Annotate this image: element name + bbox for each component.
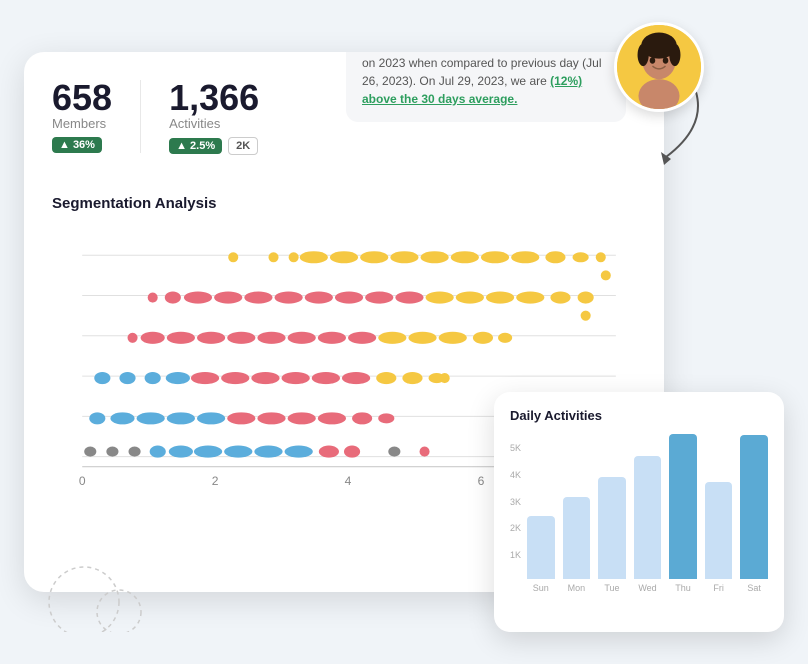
bar-group-wed: Wed xyxy=(634,456,662,593)
members-number: 658 xyxy=(52,80,112,116)
bar-label-mon: Mon xyxy=(568,583,586,593)
segmentation-title: Segmentation Analysis xyxy=(52,195,636,212)
bar-label-fri: Fri xyxy=(713,583,724,593)
members-badge: ▲ 36% xyxy=(52,137,102,153)
y-axis: 5K 4K 3K 2K 1K xyxy=(510,443,521,593)
y-label-3k: 3K xyxy=(510,497,521,507)
scene: 658 Members ▲ 36% 1,366 Activities ▲ 2.5… xyxy=(24,22,784,642)
bar-chart-area: 5K 4K 3K 2K 1K Sun Mon Tue Wed Thu Fri Sat xyxy=(510,433,768,593)
svg-text:2: 2 xyxy=(212,474,219,488)
bar-group-mon: Mon xyxy=(563,497,591,594)
avatar xyxy=(614,22,704,112)
highlight-average: (12%) above the 30 days average. xyxy=(362,74,582,106)
y-label-2k: 2K xyxy=(510,523,521,533)
activities-stat: 1,366 Activities ▲ 2.5% 2K xyxy=(169,80,287,155)
bar-label-tue: Tue xyxy=(604,583,619,593)
tracking-text: Daily number of activities increased 15%… xyxy=(362,52,610,108)
dashed-decoration xyxy=(44,552,164,632)
activities-badge2: 2K xyxy=(228,137,258,155)
bar-group-sat: Sat xyxy=(740,435,768,593)
daily-title: Daily Activities xyxy=(510,408,768,423)
bar-wed xyxy=(634,456,662,579)
members-stat: 658 Members ▲ 36% xyxy=(52,80,141,153)
stats-row: 658 Members ▲ 36% 1,366 Activities ▲ 2.5… xyxy=(52,80,346,155)
bar-tue xyxy=(598,477,626,579)
y-label-1k: 1K xyxy=(510,550,521,560)
stats-section: 658 Members ▲ 36% 1,366 Activities ▲ 2.5… xyxy=(52,80,346,175)
top-area: 658 Members ▲ 36% 1,366 Activities ▲ 2.5… xyxy=(52,80,636,175)
svg-text:4: 4 xyxy=(345,474,352,488)
bars-container: Sun Mon Tue Wed Thu Fri Sat xyxy=(527,443,768,593)
svg-text:0: 0 xyxy=(79,474,86,488)
bar-thu xyxy=(669,434,697,580)
activities-label: Activities xyxy=(169,116,259,131)
bar-label-sun: Sun xyxy=(533,583,549,593)
bar-label-sat: Sat xyxy=(747,583,761,593)
bar-label-wed: Wed xyxy=(638,583,656,593)
y-label-5k: 5K xyxy=(510,443,521,453)
daily-activities-card: Daily Activities 5K 4K 3K 2K 1K Sun Mon Tu… xyxy=(494,392,784,632)
bar-label-thu: Thu xyxy=(675,583,691,593)
bar-mon xyxy=(563,497,591,580)
members-label: Members xyxy=(52,116,112,131)
tracking-box: Tracking Key Metrics Daily number of act… xyxy=(346,52,626,122)
bar-group-fri: Fri xyxy=(705,482,733,594)
svg-text:6: 6 xyxy=(478,474,485,488)
y-label-4k: 4K xyxy=(510,470,521,480)
activities-number: 1,366 xyxy=(169,80,259,116)
bar-group-tue: Tue xyxy=(598,477,626,593)
bar-group-sun: Sun xyxy=(527,516,555,593)
bar-sun xyxy=(527,516,555,579)
activities-badge: ▲ 2.5% xyxy=(169,138,222,154)
bar-group-thu: Thu xyxy=(669,434,697,594)
bar-sat xyxy=(740,435,768,579)
bar-fri xyxy=(705,482,733,580)
